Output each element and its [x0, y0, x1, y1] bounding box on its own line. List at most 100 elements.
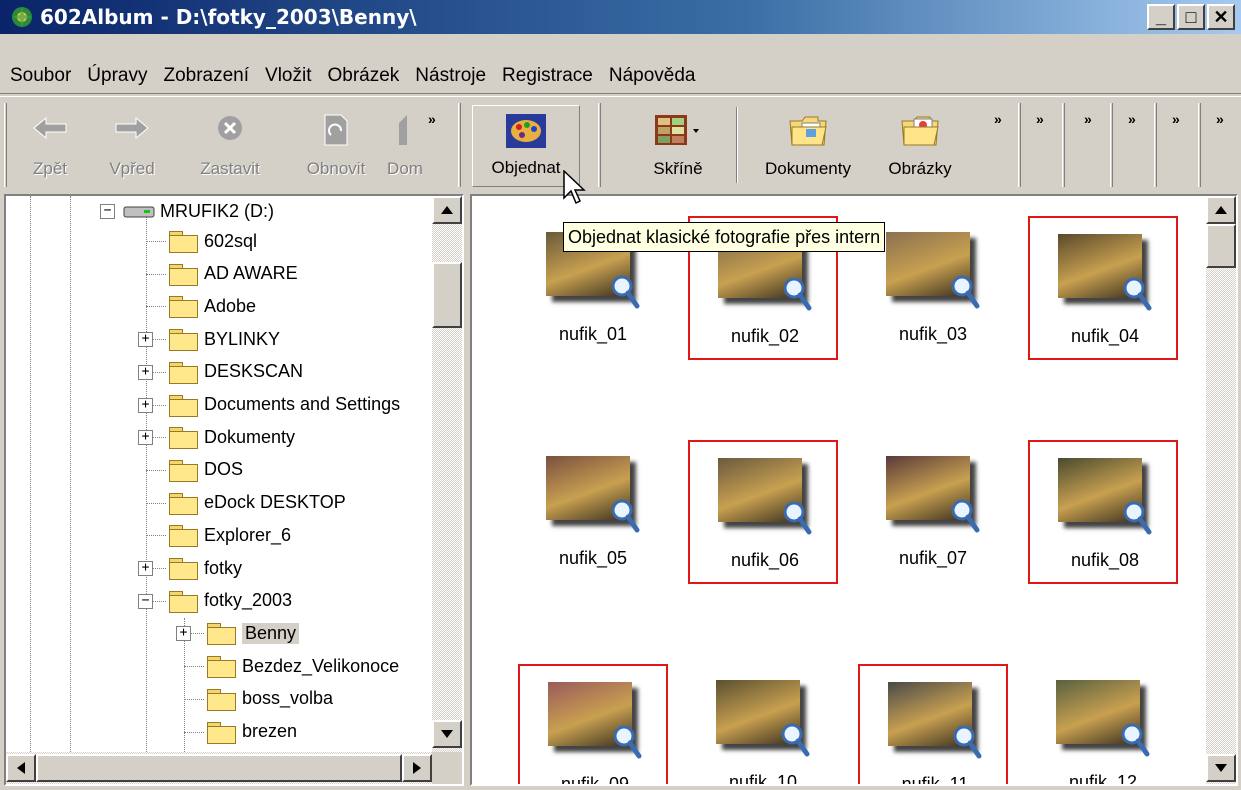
toolbar-grip-8[interactable]: [1198, 103, 1201, 187]
photo-thumbnail[interactable]: nufik_10: [688, 664, 838, 784]
close-button[interactable]: ✕: [1207, 4, 1235, 30]
magnifier-icon[interactable]: [782, 500, 812, 536]
expand-toggle[interactable]: +: [138, 397, 153, 413]
thumbs-scroll-up-button[interactable]: [1206, 196, 1236, 224]
tree-item-label: 602sql: [204, 230, 258, 251]
tree-scroll-right-button[interactable]: [402, 754, 432, 782]
toolbar-chevron-7[interactable]: »: [1216, 111, 1224, 127]
expand-toggle[interactable]: +: [138, 332, 153, 348]
toolbar-grip-3[interactable]: [598, 103, 601, 187]
drive-collapse-toggle[interactable]: −: [100, 204, 115, 219]
toolbar-grip-6[interactable]: [1110, 103, 1113, 187]
menu-obrazek[interactable]: Obrázek: [319, 65, 407, 87]
toolbar-chevron-2[interactable]: »: [994, 111, 1002, 127]
magnifier-icon[interactable]: [1122, 500, 1152, 536]
home-button[interactable]: Dom: [388, 105, 422, 187]
tree-item-bezdez-velikonoce[interactable]: Bezdez_Velikonoce: [206, 651, 399, 681]
photo-thumbnail[interactable]: nufik_04: [1028, 216, 1178, 360]
expand-toggle[interactable]: +: [176, 626, 191, 642]
photo-thumbnail[interactable]: nufik_07: [858, 440, 1008, 584]
tree-item-boss-volba[interactable]: boss_volba: [206, 684, 333, 714]
tree-item-documents-and-settings[interactable]: Documents and Settings: [168, 390, 400, 420]
photo-thumbnail[interactable]: nufik_09: [518, 664, 668, 784]
toolbar-grip-7[interactable]: [1154, 103, 1157, 187]
pictures-button[interactable]: Obrázky: [870, 105, 970, 187]
toolbar-chevron-6[interactable]: »: [1172, 111, 1180, 127]
tree-item-ad-aware[interactable]: AD AWARE: [168, 259, 298, 289]
maximize-button[interactable]: □: [1177, 4, 1205, 30]
menu-nastroje[interactable]: Nástroje: [407, 65, 494, 87]
menu-zobrazeni[interactable]: Zobrazení: [155, 65, 257, 87]
tree-item-brezen[interactable]: brezen: [206, 717, 297, 747]
toolbar-chevron-3[interactable]: »: [1036, 111, 1044, 127]
folder-tree[interactable]: − MRUFIK2 (D:) 602sql AD AWARE Adobe BYLINK…: [4, 194, 464, 786]
menu-vlozit[interactable]: Vložit: [257, 65, 319, 87]
expand-toggle[interactable]: +: [138, 561, 153, 576]
tree-vertical-scrollbar[interactable]: [432, 196, 462, 752]
expand-toggle[interactable]: +: [138, 430, 153, 446]
tree-item-explorer-6[interactable]: Explorer_6: [168, 520, 291, 550]
magnifier-icon[interactable]: [610, 274, 640, 310]
refresh-button[interactable]: Obnovit: [286, 105, 386, 187]
toolbar-chevron-1[interactable]: »: [428, 111, 436, 127]
photo-thumbnail[interactable]: nufik_05: [518, 440, 668, 584]
expand-toggle[interactable]: +: [138, 364, 153, 380]
tree-item-bylinky[interactable]: BYLINKY: [168, 324, 280, 354]
tree-item-benny[interactable]: Benny: [206, 618, 300, 648]
photo-thumbnail[interactable]: nufik_12: [1028, 664, 1178, 784]
tree-item-dokumenty[interactable]: Dokumenty: [168, 422, 295, 452]
tree-scroll-left-button[interactable]: [6, 754, 36, 782]
photo-thumbnail[interactable]: nufik_11: [858, 664, 1008, 784]
tree-item-adobe[interactable]: Adobe: [168, 291, 256, 321]
thumbs-scroll-thumb[interactable]: [1206, 224, 1236, 268]
thumbs-scroll-down-button[interactable]: [1206, 754, 1236, 782]
tree-scroll-thumb[interactable]: [432, 262, 462, 328]
menu-soubor[interactable]: Soubor: [2, 65, 79, 87]
magnifier-icon[interactable]: [1120, 722, 1150, 758]
toolbar-chevron-4[interactable]: »: [1084, 111, 1092, 127]
magnifier-icon[interactable]: [1122, 276, 1152, 312]
minimize-button[interactable]: _: [1147, 4, 1175, 30]
magnifier-icon[interactable]: [610, 498, 640, 534]
menu-registrace[interactable]: Registrace: [494, 65, 601, 87]
menu-upravy[interactable]: Úpravy: [79, 65, 155, 87]
magnifier-icon[interactable]: [780, 722, 810, 758]
magnifier-icon[interactable]: [950, 498, 980, 534]
tree-scroll-down-button[interactable]: [432, 720, 462, 748]
toolbar-grip[interactable]: [4, 103, 7, 187]
tree-item-edock-desktop[interactable]: eDock DESKTOP: [168, 488, 346, 518]
magnifier-icon[interactable]: [782, 276, 812, 312]
tree-item-drive[interactable]: MRUFIK2 (D:): [122, 196, 274, 226]
magnifier-icon[interactable]: [952, 724, 982, 760]
tree-item-602sql[interactable]: 602sql: [168, 226, 257, 256]
magnifier-icon[interactable]: [950, 274, 980, 310]
stop-button[interactable]: Zastavit: [180, 105, 280, 187]
thumbnail-view[interactable]: nufik_01 nufik_02 nufik_03 nufik_04 nufik_05…: [470, 194, 1238, 786]
tree-item-label: Explorer_6: [204, 524, 292, 545]
cabinets-button[interactable]: Skříně: [628, 105, 728, 187]
thumbs-vertical-scrollbar[interactable]: [1206, 196, 1236, 784]
forward-button[interactable]: Vpřed: [92, 105, 172, 187]
collapse-toggle[interactable]: −: [138, 593, 153, 609]
magnifier-icon[interactable]: [612, 724, 642, 760]
photo-thumbnail[interactable]: nufik_06: [688, 440, 838, 584]
documents-button[interactable]: Dokumenty: [750, 105, 866, 187]
tree-hscroll-thumb[interactable]: [36, 754, 402, 782]
photo-thumbnail[interactable]: nufik_08: [1028, 440, 1178, 584]
toolbar-chevron-5[interactable]: »: [1128, 111, 1136, 127]
tree-item-fotky[interactable]: fotky: [168, 553, 242, 583]
menu-napoveda[interactable]: Nápověda: [601, 65, 704, 87]
documents-folder-icon: [789, 116, 827, 146]
folder-icon: [206, 622, 236, 646]
toolbar-grip-4[interactable]: [1018, 103, 1021, 187]
title-bar[interactable]: 602Album - D:\fotky_2003\Benny\ _ □ ✕: [0, 0, 1241, 34]
toolbar-grip-5[interactable]: [1062, 103, 1065, 187]
tree-horizontal-scrollbar[interactable]: [6, 752, 462, 784]
tree-item-dos[interactable]: DOS: [168, 455, 243, 485]
arrow-down-icon: [1215, 764, 1227, 772]
tree-scroll-up-button[interactable]: [432, 196, 462, 224]
back-button[interactable]: Zpět: [20, 105, 80, 187]
toolbar-grip-2[interactable]: [458, 103, 461, 187]
tree-item-deskscan[interactable]: DESKSCAN: [168, 357, 303, 387]
tree-item-fotky-2003[interactable]: fotky_2003: [168, 586, 292, 616]
